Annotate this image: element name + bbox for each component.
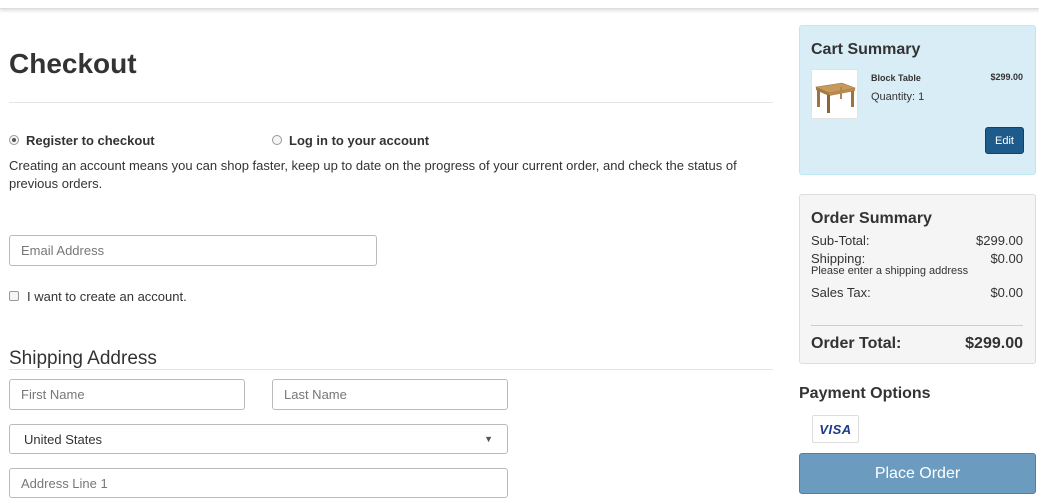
place-order-button[interactable]: Place Order <box>799 453 1036 494</box>
account-intro-text: Creating an account means you can shop f… <box>9 158 737 191</box>
first-name-input[interactable] <box>9 379 245 410</box>
radio-checked-icon[interactable] <box>9 135 19 145</box>
cart-item-price: $299.00 <box>990 72 1023 82</box>
cart-summary-title: Cart Summary <box>811 41 921 58</box>
subtotal-row: Sub-Total: $299.00 <box>811 233 1023 248</box>
register-radio-option[interactable]: Register to checkout <box>9 131 155 149</box>
shipping-section-title: Shipping Address <box>9 348 157 369</box>
subtotal-value: $299.00 <box>976 233 1023 248</box>
shipping-value: $0.00 <box>990 251 1023 266</box>
register-radio-label: Register to checkout <box>26 132 155 148</box>
cart-summary-panel: Cart Summary Block Table $299.00 Quantit… <box>799 25 1036 175</box>
create-account-checkbox[interactable] <box>9 291 19 301</box>
create-account-label: I want to create an account. <box>27 288 187 304</box>
table-product-image-icon <box>814 82 857 113</box>
divider <box>9 102 773 103</box>
shipping-row: Shipping: $0.00 <box>811 251 1023 266</box>
cart-item-name: Block Table <box>871 73 921 83</box>
page-title: Checkout <box>9 48 137 79</box>
product-thumbnail[interactable] <box>811 69 858 119</box>
order-total-row: Order Total: $299.00 <box>811 335 1023 353</box>
login-radio-option[interactable]: Log in to your account <box>272 131 429 149</box>
tax-label: Sales Tax: <box>811 285 871 300</box>
checkout-main: Checkout Register to checkout Log in to … <box>9 0 773 501</box>
edit-cart-button[interactable]: Edit <box>985 127 1024 154</box>
order-summary-panel: Order Summary Sub-Total: $299.00 Shippin… <box>799 194 1036 364</box>
visa-card-icon[interactable]: VISA <box>812 415 859 443</box>
subtotal-label: Sub-Total: <box>811 233 870 248</box>
divider <box>811 325 1023 326</box>
radio-unchecked-icon[interactable] <box>272 135 282 145</box>
tax-row: Sales Tax: $0.00 <box>811 285 1023 300</box>
email-input[interactable] <box>9 235 377 266</box>
country-select-value: United States <box>24 431 103 447</box>
country-select[interactable]: United States ▼ <box>9 424 508 454</box>
order-total-label: Order Total: <box>811 335 902 352</box>
create-account-row[interactable]: I want to create an account. <box>9 288 187 304</box>
login-radio-label: Log in to your account <box>289 132 430 148</box>
tax-value: $0.00 <box>990 285 1023 300</box>
order-total-value: $299.00 <box>965 335 1023 352</box>
shipping-label: Shipping: <box>811 251 866 266</box>
shipping-note: Please enter a shipping address <box>811 265 969 277</box>
payment-options-title: Payment Options <box>799 385 931 402</box>
cart-item-quantity: Quantity: 1 <box>871 91 925 103</box>
chevron-down-icon: ▼ <box>484 434 493 444</box>
address-line1-input[interactable] <box>9 468 508 498</box>
last-name-input[interactable] <box>272 379 508 410</box>
divider <box>9 369 773 370</box>
order-summary-title: Order Summary <box>811 210 932 227</box>
